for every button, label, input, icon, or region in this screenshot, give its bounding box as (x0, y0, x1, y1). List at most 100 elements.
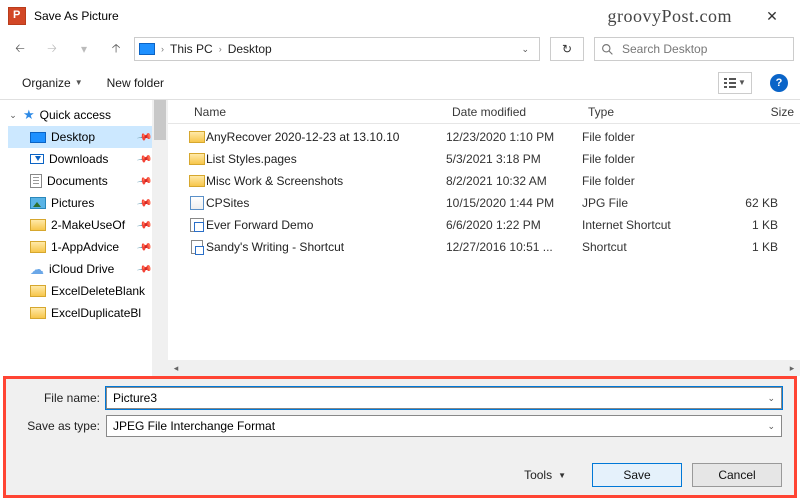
breadcrumb-dropdown[interactable]: ⌄ (515, 44, 535, 55)
column-date[interactable]: Date modified (446, 105, 582, 119)
folder-icon (30, 219, 46, 231)
tree-item[interactable]: 2-MakeUseOf📌 (8, 214, 168, 236)
file-row[interactable]: Sandy's Writing - Shortcut12/27/2016 10:… (168, 236, 800, 258)
chevron-down-icon: ▼ (558, 471, 566, 480)
tree-item[interactable]: 1-AppAdvice📌 (8, 236, 168, 258)
file-name-value: Picture3 (113, 391, 157, 405)
column-headers[interactable]: Name Date modified Type Size (168, 100, 800, 124)
file-name: AnyRecover 2020-12-23 at 13.10.10 (206, 130, 446, 144)
chevron-right-icon: › (161, 44, 164, 54)
document-icon (30, 174, 42, 188)
new-folder-button[interactable]: New folder (97, 72, 174, 94)
scroll-right-icon[interactable]: ▸ (784, 360, 800, 376)
tree-label: 1-AppAdvice (51, 240, 119, 254)
tree-item[interactable]: ☁iCloud Drive📌 (8, 258, 168, 280)
organize-button[interactable]: Organize ▼ (12, 72, 93, 94)
column-type[interactable]: Type (582, 105, 702, 119)
shortcut-icon (191, 240, 203, 254)
search-input[interactable]: Search Desktop (594, 37, 794, 61)
pin-icon: 📌 (136, 173, 153, 189)
folder-icon (189, 131, 205, 143)
file-row[interactable]: List Styles.pages5/3/2021 3:18 PMFile fo… (168, 148, 800, 170)
file-name: Ever Forward Demo (206, 218, 446, 232)
column-name[interactable]: Name (188, 105, 446, 119)
folder-icon (189, 175, 205, 187)
file-type: File folder (582, 130, 702, 144)
file-list[interactable]: Name Date modified Type Size AnyRecover … (168, 100, 800, 376)
pin-icon: 📌 (136, 217, 153, 233)
tree-item[interactable]: Pictures📌 (8, 192, 168, 214)
tree-label: Documents (47, 174, 108, 188)
file-date: 5/3/2021 3:18 PM (446, 152, 582, 166)
file-type: Internet Shortcut (582, 218, 702, 232)
cancel-button[interactable]: Cancel (692, 463, 782, 487)
tree-scrollbar[interactable] (152, 100, 168, 376)
chevron-down-icon[interactable]: ⌄ (767, 421, 775, 432)
horizontal-scrollbar[interactable]: ◂ ▸ (168, 360, 800, 376)
file-row[interactable]: Ever Forward Demo6/6/2020 1:22 PMInterne… (168, 214, 800, 236)
save-button[interactable]: Save (592, 463, 682, 487)
tree-item[interactable]: ExcelDeleteBlank (8, 280, 168, 302)
save-panel: File name: Picture3 ⌄ Save as type: JPEG… (3, 376, 797, 498)
file-date: 12/23/2020 1:10 PM (446, 130, 582, 144)
tree-label: iCloud Drive (49, 262, 114, 276)
file-name: Sandy's Writing - Shortcut (206, 240, 446, 254)
search-placeholder: Search Desktop (622, 42, 707, 56)
forward-button[interactable]: 🡢 (38, 37, 66, 61)
file-name: Misc Work & Screenshots (206, 174, 446, 188)
scroll-left-icon[interactable]: ◂ (168, 360, 184, 376)
tree-item[interactable]: ExcelDuplicateBl (8, 302, 168, 324)
save-type-select[interactable]: JPEG File Interchange Format ⌄ (106, 415, 782, 437)
tree-item[interactable]: Desktop📌 (8, 126, 168, 148)
file-name-label: File name: (18, 391, 100, 405)
tree-label: Pictures (51, 196, 94, 210)
chevron-right-icon: › (219, 44, 222, 54)
recent-locations-button[interactable]: ▾ (70, 37, 98, 61)
breadcrumb-part[interactable]: Desktop (228, 42, 272, 56)
pin-icon: 📌 (136, 151, 153, 167)
search-icon (601, 43, 614, 56)
file-type: JPG File (582, 196, 702, 210)
file-type: Shortcut (582, 240, 702, 254)
column-size[interactable]: Size (702, 105, 800, 119)
breadcrumb[interactable]: › This PC › Desktop ⌄ (134, 37, 540, 61)
file-size: 1 KB (702, 218, 800, 232)
file-date: 12/27/2016 10:51 ... (446, 240, 582, 254)
file-name-input[interactable]: Picture3 ⌄ (106, 387, 782, 409)
window-title: Save As Picture (34, 9, 607, 23)
tools-button[interactable]: Tools ▼ (518, 466, 572, 484)
download-icon (30, 154, 44, 164)
watermark: groovyPost.com (607, 6, 732, 27)
up-button[interactable]: 🡡 (102, 37, 130, 61)
file-name: CPSites (206, 196, 446, 210)
star-icon: ★ (23, 107, 35, 123)
tree-label: ExcelDuplicateBl (51, 306, 141, 320)
back-button[interactable]: 🡠 (6, 37, 34, 61)
tree-label: Downloads (49, 152, 108, 166)
chevron-down-icon[interactable]: ⌄ (767, 393, 775, 404)
chevron-down-icon: ▼ (75, 78, 83, 87)
internet-shortcut-icon (190, 218, 204, 232)
tree-quick-access[interactable]: ⌄ ★ Quick access (8, 104, 168, 126)
file-row[interactable]: CPSites10/15/2020 1:44 PMJPG File62 KB (168, 192, 800, 214)
jpg-icon (190, 196, 204, 210)
collapse-icon[interactable]: ⌄ (8, 110, 18, 121)
help-button[interactable]: ? (770, 74, 788, 92)
folder-icon (30, 307, 46, 319)
list-view-icon (724, 78, 736, 88)
file-row[interactable]: AnyRecover 2020-12-23 at 13.10.1012/23/2… (168, 126, 800, 148)
tree-item[interactable]: Downloads 📌 (8, 148, 168, 170)
tree-label: Quick access (40, 108, 111, 122)
tree-item[interactable]: Documents 📌 (8, 170, 168, 192)
close-button[interactable]: ✕ (752, 0, 792, 32)
monitor-icon (30, 132, 46, 143)
folder-icon (189, 153, 205, 165)
view-options-button[interactable]: ▼ (718, 72, 752, 94)
navigation-tree[interactable]: ⌄★Quick accessDesktop📌Downloads📌Document… (0, 100, 168, 376)
file-type: File folder (582, 152, 702, 166)
powerpoint-icon (8, 7, 26, 25)
refresh-button[interactable]: ↻ (550, 37, 584, 61)
breadcrumb-part[interactable]: This PC (170, 42, 213, 56)
pin-icon: 📌 (136, 261, 153, 277)
file-row[interactable]: Misc Work & Screenshots8/2/2021 10:32 AM… (168, 170, 800, 192)
